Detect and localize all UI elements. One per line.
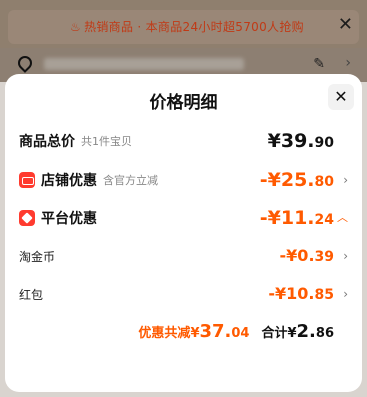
banner-close-icon[interactable]: ✕ (338, 14, 353, 35)
row-label: 店铺优惠 (41, 173, 97, 189)
total-value: ¥2.86 (287, 321, 334, 342)
row-red-packet[interactable]: 红包 -¥10.85 › (5, 279, 362, 309)
row-value: -¥25.80 (259, 169, 334, 191)
chevron-right-icon: › (343, 249, 348, 263)
row-coins[interactable]: 淘金币 -¥0.39 › (5, 241, 362, 271)
row-label: 红包 (19, 287, 44, 302)
total-label: 合计 (261, 326, 288, 341)
row-value: ¥39.90 (267, 130, 334, 152)
row-shop-discount[interactable]: 店铺优惠 含官方立减 -¥25.80 › (5, 165, 362, 195)
chevron-up-icon: ︿ (337, 211, 348, 224)
row-goods-total: 商品总价 共1件宝贝 ¥39.90 (5, 126, 362, 156)
discount-value: ¥37.04 (190, 321, 250, 342)
row-value: -¥0.39 (279, 246, 334, 265)
close-button[interactable]: ✕ (328, 84, 354, 110)
address-blurred (44, 58, 244, 70)
edit-icon[interactable]: ✎ (313, 56, 325, 72)
flame-icon: ♨ (70, 20, 82, 34)
row-label: 平台优惠 (41, 211, 97, 227)
chevron-right-icon: › (343, 287, 348, 301)
promo-banner: ♨ 热销商品 · 本商品24小时超5700人抢购 ✕ (0, 0, 367, 55)
row-label: 淘金币 (19, 249, 56, 264)
row-value: -¥10.85 (268, 284, 334, 303)
row-platform-discount[interactable]: 平台优惠 -¥11.24 ︿ (5, 203, 362, 233)
tag-icon (19, 210, 35, 226)
discount-label: 优惠共减 (138, 326, 191, 341)
sheet-title: 价格明细 (149, 93, 218, 113)
row-sublabel: 含官方立减 (103, 174, 158, 187)
price-summary: 优惠共减 ¥37.04 合计 ¥2.86 (138, 321, 334, 351)
row-value: -¥11.24 (259, 207, 334, 229)
chevron-right-icon: › (345, 55, 351, 71)
location-pin-icon (15, 53, 35, 73)
shop-icon (19, 172, 35, 188)
row-label: 商品总价 (19, 134, 75, 150)
row-sublabel: 共1件宝贝 (81, 135, 132, 148)
price-detail-sheet: 价格明细 ✕ 商品总价 共1件宝贝 ¥39.90 店铺优惠 含官方立减 -¥25… (5, 74, 362, 392)
promo-notice-text: 热销商品 · 本商品24小时超5700人抢购 (84, 20, 304, 34)
promo-notice: ♨ 热销商品 · 本商品24小时超5700人抢购 (70, 0, 304, 55)
chevron-right-icon: › (343, 173, 348, 187)
